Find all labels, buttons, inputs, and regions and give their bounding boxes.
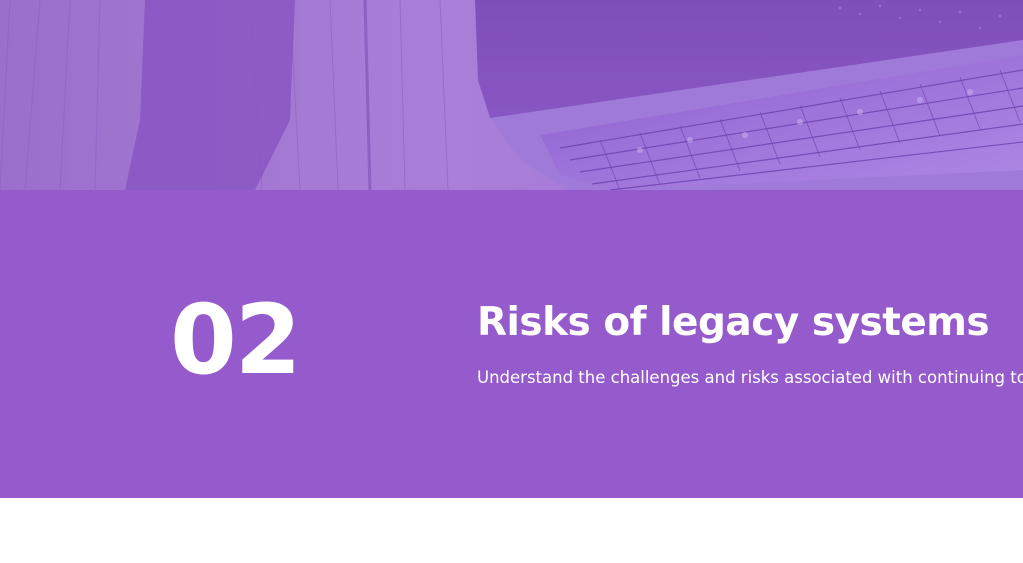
page-background (0, 498, 1023, 563)
section-band: 02 Risks of legacy systems Understand th… (0, 190, 1023, 498)
section-number: 02 (170, 284, 302, 396)
section-description: Understand the challenges and risks asso… (477, 368, 1023, 387)
hero-image (0, 0, 1023, 190)
section-title: Risks of legacy systems (477, 300, 990, 345)
laptop-desk-photo (0, 0, 1023, 190)
